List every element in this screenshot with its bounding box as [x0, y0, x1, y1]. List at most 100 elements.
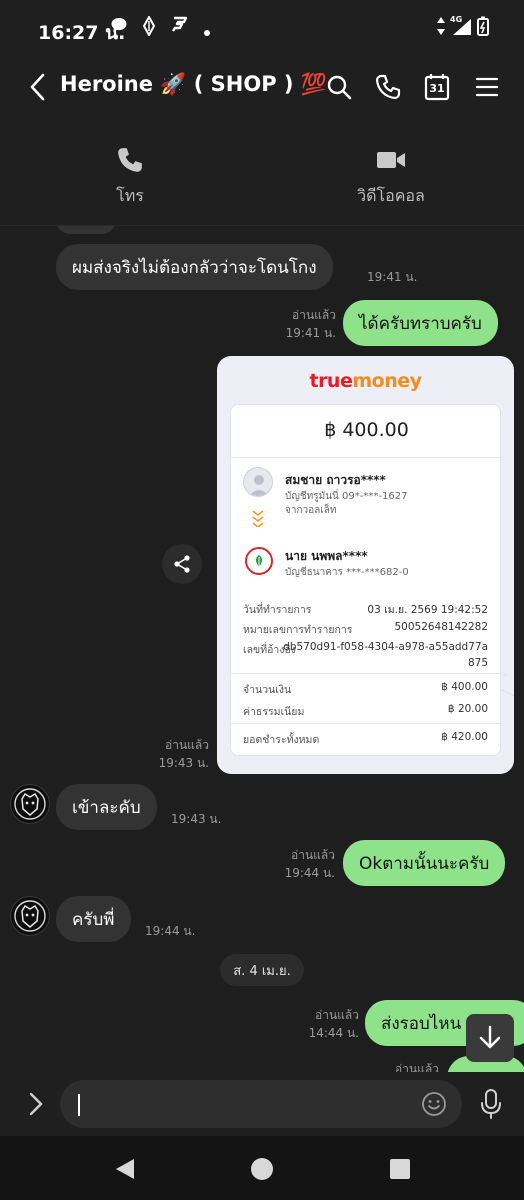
scroll-to-bottom-button[interactable]: [466, 1014, 514, 1062]
contact-avatar[interactable]: [10, 896, 50, 936]
chevron-right-icon: [29, 1092, 43, 1116]
circle-home-icon: [251, 1158, 273, 1180]
slip-fee-value: ฿ 20.00: [447, 703, 488, 715]
sender-source: จากวอลเล็ท: [285, 505, 337, 516]
message-input-bar: [0, 1072, 524, 1136]
chat-header: Heroine 🚀 ( SHOP ) 💯 31: [0, 60, 524, 118]
message-text: ครับพี่: [72, 909, 115, 930]
read-receipt: อ่านแล้ว: [165, 738, 209, 752]
emoji-button[interactable]: [420, 1090, 448, 1118]
slip-date-value: 03 เม.ย. 2569 19:42:52: [367, 604, 488, 616]
slip-total-label: ยอดชำระทั้งหมด: [243, 734, 320, 746]
partial-message-bubble: [56, 226, 116, 234]
sender-name: สมชาย ถาวรอ****: [285, 473, 386, 487]
message-bubble-incoming[interactable]: ครับพี่: [56, 896, 131, 942]
read-receipt: อ่านแล้ว: [395, 1062, 439, 1072]
video-call-option[interactable]: วิดีโอคอล: [311, 146, 471, 209]
lion-logo-icon: [14, 900, 46, 932]
dot-icon: [203, 22, 211, 42]
share-icon: [174, 555, 190, 573]
truemoney-logo: truemoney: [309, 370, 422, 392]
message-time: 19:43 น.: [171, 812, 222, 826]
chat-title[interactable]: Heroine 🚀 ( SHOP ) 💯: [60, 72, 327, 97]
message-time: 19:43 น.: [158, 756, 209, 770]
voice-call-option[interactable]: โทร: [50, 146, 210, 209]
contact-avatar[interactable]: [10, 784, 50, 824]
back-arrow-icon: [30, 73, 45, 101]
date-separator: ส. 4 เม.ย.: [220, 954, 304, 986]
menu-button[interactable]: [470, 70, 504, 104]
status-bar: 16:27 น. 4G: [0, 0, 524, 60]
system-navigation-bar: [0, 1136, 524, 1200]
chat-area[interactable]: ผมส่งจริงไม่ต้องกลัวว่าจะโดนโกง 19:41 น.…: [0, 226, 524, 1072]
message-text: ส่งรอบไหน: [381, 1013, 462, 1034]
microphone-icon: [481, 1089, 501, 1119]
message-bubble-outgoing[interactable]: Okตามนั้นนะครับ: [343, 840, 506, 886]
shield-diamond-icon: [142, 14, 156, 41]
slip-total-value: ฿ 420.00: [441, 731, 488, 743]
read-receipt: อ่านแล้ว: [292, 308, 336, 322]
nav-recents-button[interactable]: [387, 1156, 413, 1182]
signal-icon: [452, 18, 472, 41]
phone-icon: [375, 74, 401, 100]
back-button[interactable]: [22, 70, 52, 104]
message-time: 19:44 น.: [145, 924, 196, 938]
receiver-name: นาย นพพล****: [285, 549, 368, 563]
call-options-bar: โทร วิดีโอคอล: [0, 118, 524, 226]
payment-slip-image[interactable]: truemoney ฿ 400.00 สมชาย ถาวรอ**** บัญชี…: [217, 356, 514, 774]
message-time: 19:41 น.: [367, 270, 418, 284]
receiver-account: บัญชีธนาคาร ***-***682-0: [285, 567, 409, 578]
message-bubble-incoming[interactable]: เข้าละคับ: [56, 784, 157, 830]
slip-ref-value-2: 875: [467, 657, 488, 669]
expand-menu-button[interactable]: [22, 1090, 50, 1118]
message-input[interactable]: [60, 1080, 462, 1128]
voice-call-label: โทร: [116, 186, 144, 205]
battery-icon: [477, 16, 489, 41]
menu-icon: [475, 77, 499, 97]
slip-ref-value-1: db570d91-f058-4304-a978-a55add77a: [283, 641, 488, 653]
sender-account: บัญชีทรูมันนี่ 09*-***-1627: [285, 491, 408, 502]
smiley-icon: [422, 1092, 446, 1116]
slip-card: ฿ 400.00 สมชาย ถาวรอ**** บัญชีทรูมันนี่ …: [230, 404, 502, 756]
slip-amount-label: จำนวนเงิน: [243, 684, 292, 696]
slip-date-label: วันที่ทำรายการ: [243, 604, 312, 616]
nav-back-button[interactable]: [112, 1156, 138, 1182]
slip-amount-value: ฿ 400.00: [441, 681, 488, 693]
kbank-logo-icon: [245, 547, 273, 575]
call-button[interactable]: [371, 70, 405, 104]
lion-logo-icon: [14, 788, 46, 820]
calendar-day: 31: [429, 82, 445, 95]
message-text: Okตามนั้นนะครับ: [359, 853, 490, 874]
message-text: ได้ครับทราบครับ: [359, 313, 482, 334]
app-notification-icon: [170, 16, 188, 37]
phone-icon: [118, 148, 142, 172]
message-bubble-incoming[interactable]: ผมส่งจริงไม่ต้องกลัวว่าจะโดนโกง: [56, 244, 333, 290]
share-button[interactable]: [162, 544, 202, 584]
text-cursor: [78, 1094, 80, 1116]
read-receipt: อ่านแล้ว: [315, 1008, 359, 1022]
message-time: 19:44 น.: [284, 866, 335, 880]
voice-message-button[interactable]: [476, 1087, 506, 1121]
slip-amount: ฿ 400.00: [324, 419, 409, 441]
square-recents-icon: [390, 1159, 410, 1179]
transfer-chevrons-icon: [251, 509, 265, 531]
search-icon: [327, 75, 352, 100]
chat-bubble-icon: [110, 16, 128, 39]
video-call-label: วิดีโอคอล: [357, 186, 425, 205]
message-text: ผมส่งจริงไม่ต้องกลัวว่าจะโดนโกง: [72, 257, 317, 278]
arrow-down-icon: [479, 1025, 501, 1049]
triangle-back-icon: [116, 1159, 134, 1179]
message-time: 14:44 น.: [308, 1026, 359, 1040]
calendar-button[interactable]: 31: [420, 70, 454, 104]
message-bubble-outgoing[interactable]: ได้ครับทราบครับ: [343, 300, 498, 346]
data-arrows-icon: [436, 16, 446, 41]
slip-txn-value: 50052648142282: [394, 621, 488, 633]
nav-home-button[interactable]: [249, 1156, 275, 1182]
message-text: เข้าละคับ: [72, 797, 141, 818]
search-button[interactable]: [322, 70, 356, 104]
sender-avatar: [243, 467, 273, 497]
video-camera-icon: [377, 152, 405, 168]
slip-fee-label: ค่าธรรมเนียม: [243, 706, 305, 718]
read-receipt: อ่านแล้ว: [291, 848, 335, 862]
slip-txn-label: หมายเลขการทำรายการ: [243, 624, 353, 636]
